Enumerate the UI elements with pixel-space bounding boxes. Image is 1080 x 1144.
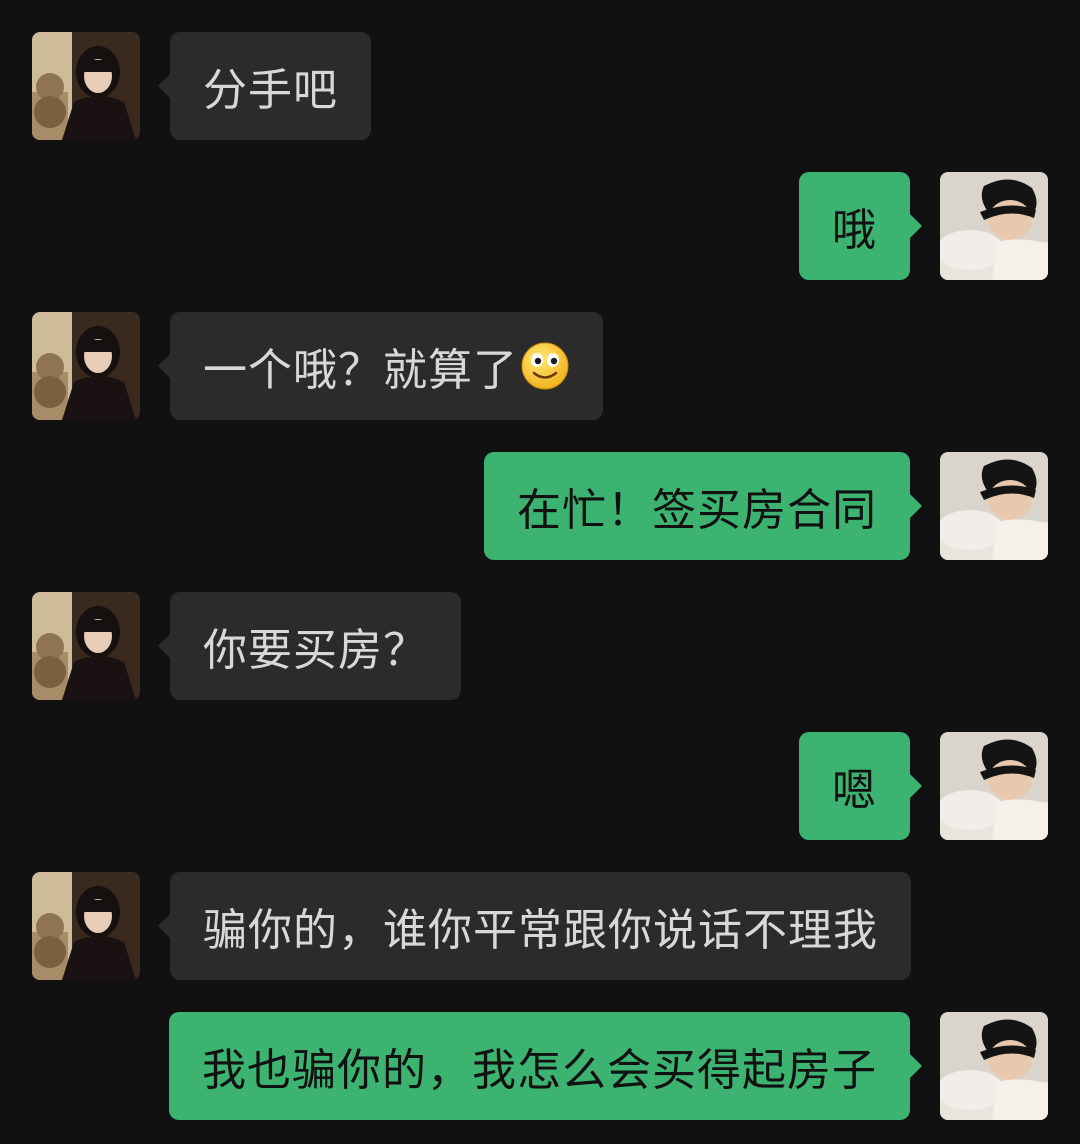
- message-text: 分手吧: [203, 65, 338, 116]
- message-row: 分手吧: [0, 32, 1080, 140]
- outgoing-message-bubble[interactable]: 哦: [799, 172, 922, 280]
- message-text: 哦: [832, 205, 877, 256]
- message-text: 在忙！签买房合同: [517, 485, 877, 536]
- message-row: 我也骗你的，我怎么会买得起房子: [0, 1012, 1080, 1120]
- incoming-message-bubble[interactable]: 骗你的，谁你平常跟你说话不理我: [158, 872, 911, 980]
- incoming-message-bubble[interactable]: 你要买房？: [158, 592, 461, 700]
- my-avatar[interactable]: [940, 172, 1048, 280]
- my-avatar[interactable]: [940, 1012, 1048, 1120]
- outgoing-message-bubble[interactable]: 我也骗你的，我怎么会买得起房子: [169, 1012, 922, 1120]
- outgoing-message-bubble[interactable]: 在忙！签买房合同: [484, 452, 922, 560]
- contact-avatar[interactable]: [32, 592, 140, 700]
- message-row: 嗯: [0, 732, 1080, 840]
- message-text: 骗你的，谁你平常跟你说话不理我: [203, 905, 878, 956]
- my-avatar[interactable]: [940, 732, 1048, 840]
- message-text: 我也骗你的，我怎么会买得起房子: [202, 1045, 877, 1096]
- my-avatar[interactable]: [940, 452, 1048, 560]
- smiling-face-icon: [520, 341, 570, 391]
- contact-avatar[interactable]: [32, 32, 140, 140]
- contact-avatar[interactable]: [32, 872, 140, 980]
- message-text: 一个哦？就算了: [203, 345, 518, 396]
- message-row: 你要买房？: [0, 592, 1080, 700]
- incoming-message-bubble[interactable]: 分手吧: [158, 32, 371, 140]
- message-text: 你要买房？: [203, 625, 428, 676]
- message-row: 哦: [0, 172, 1080, 280]
- message-text: 嗯: [832, 765, 877, 816]
- contact-avatar[interactable]: [32, 312, 140, 420]
- outgoing-message-bubble[interactable]: 嗯: [799, 732, 922, 840]
- message-row: 一个哦？就算了: [0, 312, 1080, 420]
- message-row: 骗你的，谁你平常跟你说话不理我: [0, 872, 1080, 980]
- message-row: 在忙！签买房合同: [0, 452, 1080, 560]
- incoming-message-bubble[interactable]: 一个哦？就算了: [158, 312, 603, 420]
